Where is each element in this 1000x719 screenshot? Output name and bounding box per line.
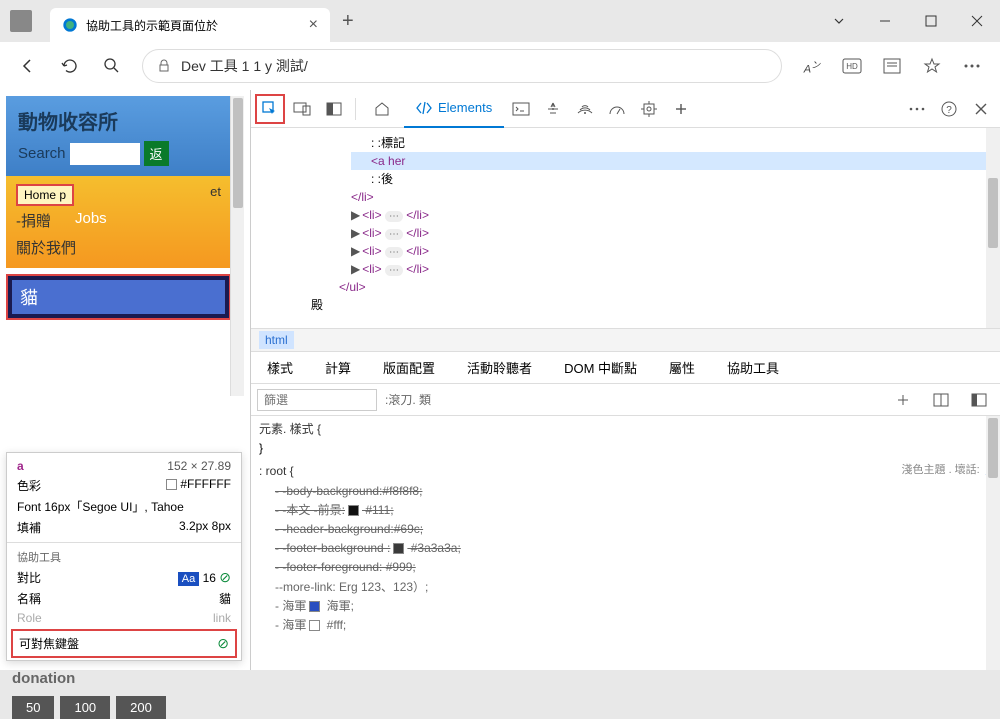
tooltip-font: Font 16px「Segoe UI」, Tahoe [17, 498, 184, 515]
address-text: Dev 工具 1 1 y 測試/ [181, 56, 308, 76]
tab-console[interactable] [506, 94, 536, 124]
search-input[interactable] [70, 143, 140, 165]
tooltip-name-value: 貓 [219, 590, 231, 607]
search-submit-button[interactable]: 返 [144, 141, 169, 166]
donate-200-button[interactable]: 200 [116, 696, 166, 719]
address-bar[interactable]: Dev 工具 1 1 y 測試/ [142, 49, 782, 83]
tooltip-a11y-section: 協助工具 [7, 547, 241, 567]
styles-tab-breakpoints[interactable]: DOM 中斷點 [548, 352, 653, 384]
cats-link[interactable]: 貓 [12, 280, 225, 314]
inspect-element-button[interactable] [255, 94, 285, 124]
site-header: 動物收容所 Search 返 [6, 96, 231, 176]
page-preview-panel: 動物收容所 Search 返 Home p et -捐贈 Jobs 關於我們 貓 [0, 90, 250, 670]
dock-button[interactable] [319, 94, 349, 124]
donation-heading: donation [12, 670, 75, 687]
add-tab-button[interactable] [666, 94, 696, 124]
edge-icon [62, 17, 78, 33]
nav-jobs[interactable]: Jobs [75, 210, 107, 231]
dom-breadcrumb[interactable]: html [251, 328, 1000, 352]
tooltip-keyboard-label: 可對焦鍵盤 [19, 635, 79, 652]
close-tab-icon[interactable]: × [309, 16, 318, 34]
styles-scrollbar[interactable] [986, 416, 1000, 670]
chevron-down-icon[interactable] [816, 0, 862, 42]
cls-label[interactable]: :滾刀. 類 [385, 391, 431, 408]
filter-input[interactable] [257, 389, 377, 411]
svg-text:?: ? [946, 105, 952, 116]
browser-tab[interactable]: 協助工具的示範頁面位於 × [50, 8, 330, 42]
nav-about[interactable]: 關於我們 [16, 237, 221, 258]
styles-tab-layout[interactable]: 版面配置 [367, 352, 451, 384]
tab-welcome[interactable] [362, 90, 402, 128]
tooltip-contrast-label: 對比 [17, 569, 41, 586]
browser-titlebar: 協助工具的示範頁面位於 × + [0, 0, 1000, 42]
minimize-button[interactable] [862, 0, 908, 42]
dom-tree[interactable]: : :標記 <a her : :後 </li> ▶<li> ⋯ </li> ▶<… [251, 128, 1000, 328]
preview-scrollbar[interactable] [230, 96, 244, 396]
cats-link-highlighted: 貓 [6, 274, 231, 320]
reader-icon[interactable] [874, 48, 910, 84]
tab-network[interactable] [570, 94, 600, 124]
tab-memory[interactable] [634, 94, 664, 124]
device-emulation-button[interactable] [287, 94, 317, 124]
styles-tab-styles[interactable]: 樣式 [251, 352, 309, 384]
text-size-icon[interactable]: Aン [794, 48, 830, 84]
styles-tabs: 樣式 計算 版面配置 活動聆聽者 DOM 中斷點 屬性 協助工具 [251, 352, 1000, 384]
styles-filter-bar: :滾刀. 類 [251, 384, 1000, 416]
tooltip-color-label: 色彩 [17, 477, 41, 494]
tab-elements[interactable]: Elements [404, 90, 504, 128]
tooltip-name-label: 名稱 [17, 590, 41, 607]
inspect-tooltip: a 152 × 27.89 色彩 #FFFFFF Font 16px「Segoe… [6, 452, 242, 661]
tab-performance[interactable] [602, 94, 632, 124]
lock-icon [157, 59, 171, 73]
dom-scrollbar[interactable] [986, 128, 1000, 328]
styles-tab-properties[interactable]: 屬性 [653, 352, 711, 384]
devtools-help-icon[interactable]: ? [934, 94, 964, 124]
flexbox-icon[interactable] [926, 385, 956, 415]
tooltip-contrast-value: Aa 16 ⊘ [178, 569, 231, 586]
search-label: Search [18, 145, 66, 162]
browser-toolbar: Dev 工具 1 1 y 測試/ Aン HD [0, 42, 1000, 90]
devtools-toolbar: Elements ? [251, 90, 1000, 128]
search-button[interactable] [94, 48, 130, 84]
new-tab-button[interactable]: + [342, 10, 354, 33]
hd-icon[interactable]: HD [834, 48, 870, 84]
donate-50-button[interactable]: 50 [12, 696, 54, 719]
styles-tab-accessibility[interactable]: 協助工具 [711, 352, 795, 384]
tooltip-role-value: link [213, 611, 231, 625]
favorite-icon[interactable] [914, 48, 950, 84]
tooltip-tag: a [17, 459, 24, 473]
nav-et[interactable]: et [210, 184, 221, 199]
back-button[interactable] [10, 48, 46, 84]
donate-100-button[interactable]: 100 [60, 696, 110, 719]
check-icon: ⊘ [217, 635, 229, 652]
site-nav: Home p et -捐贈 Jobs 關於我們 [6, 176, 231, 268]
devtools-panel: Elements ? : :標記 <a her : :後 </li> ▶<li>… [250, 90, 1000, 670]
tab-title: 協助工具的示範頁面位於 [86, 17, 301, 34]
nav-donate[interactable]: -捐贈 [16, 210, 51, 231]
tooltip-padding-label: 填補 [17, 519, 41, 536]
devtools-more-icon[interactable] [902, 94, 932, 124]
more-icon[interactable] [954, 48, 990, 84]
styles-tab-listeners[interactable]: 活動聆聽者 [451, 352, 548, 384]
close-window-button[interactable] [954, 0, 1000, 42]
styles-content[interactable]: 元素. 樣式 { } : root { 淺色主題 . 壞話: 1 - -body… [251, 416, 1000, 670]
styles-tab-computed[interactable]: 計算 [309, 352, 367, 384]
tab-sources[interactable] [538, 94, 568, 124]
refresh-button[interactable] [52, 48, 88, 84]
svg-text:HD: HD [846, 62, 858, 71]
tooltip-padding-value: 3.2px 8px [179, 519, 231, 536]
maximize-button[interactable] [908, 0, 954, 42]
tooltip-dimensions: 152 × 27.89 [167, 459, 231, 473]
toggle-sidebar-icon[interactable] [964, 385, 994, 415]
tooltip-color-value: #FFFFFF [163, 477, 231, 494]
profile-icon[interactable] [10, 10, 32, 32]
site-title: 動物收容所 [18, 106, 219, 135]
add-rule-button[interactable] [888, 385, 918, 415]
home-tooltip: Home p [16, 184, 74, 206]
tooltip-role-label: Role [17, 611, 42, 625]
devtools-close-button[interactable] [966, 94, 996, 124]
breadcrumb-html[interactable]: html [259, 331, 294, 349]
